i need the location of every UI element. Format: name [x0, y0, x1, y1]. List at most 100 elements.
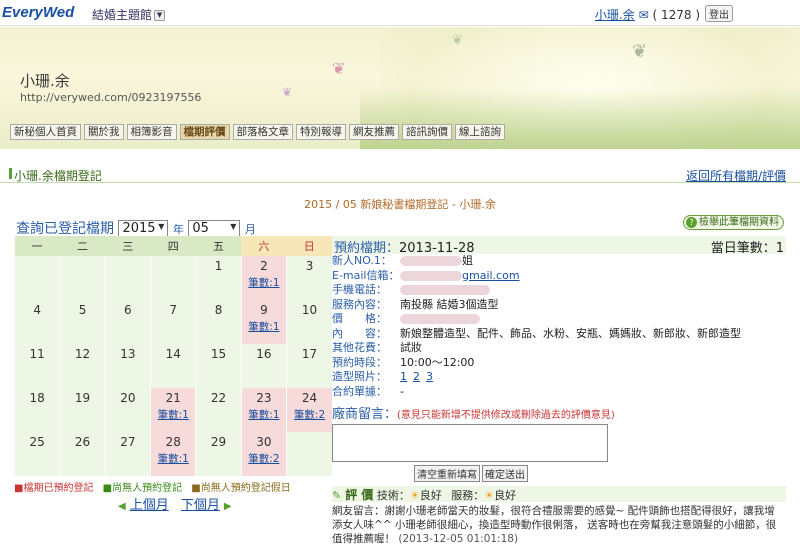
booking-date: 預約檔期：2013-11-28 [334, 241, 475, 256]
booking-detail: 預約檔期：2013-11-28 當日筆數：1 新人NO.1：姐 E-mail信箱… [332, 236, 786, 546]
day-number: 2 [260, 259, 268, 273]
site-menu-label: 結婚主題館 [92, 8, 153, 22]
logout-button[interactable]: 登出 [705, 5, 733, 22]
nav-item-about[interactable]: 關於我 [84, 124, 124, 140]
nav-item-report[interactable]: 特別報導 [296, 124, 346, 140]
mail-icon[interactable]: ✉ [639, 8, 649, 22]
calendar-week-row: 25 26 27 28 筆數:1 29 30 筆數:2 [13, 432, 332, 476]
calendar-week-row: 11 12 13 14 15 16 17 [13, 344, 332, 388]
prev-month-link[interactable]: 上個月 [130, 498, 169, 513]
nav-item-blog[interactable]: 部落格文章 [232, 124, 293, 140]
butterfly-icon: ❦ [452, 33, 463, 48]
calendar-day-7: 7 [150, 300, 196, 344]
calendar-day-2[interactable]: 2 筆數:1 [240, 256, 287, 300]
calendar-day-9[interactable]: 9 筆數:1 [240, 300, 287, 344]
banner-grass [360, 89, 800, 149]
question-icon: ? [686, 217, 697, 228]
calendar-day-23[interactable]: 23 筆數:1 [240, 388, 287, 432]
site-logo[interactable]: EveryWed [2, 4, 74, 21]
profile-url: http://verywed.com/0923197556 [20, 91, 202, 104]
redacted-mask [400, 314, 480, 324]
user-name-link[interactable]: 小珊.余 [595, 8, 635, 22]
nav-item-consult[interactable]: 線上諮詢 [455, 124, 505, 140]
calendar-day-empty [13, 256, 60, 300]
calendar-day-empty [150, 256, 196, 300]
sun-icon: ☀ [409, 489, 420, 502]
clear-button[interactable]: 清空重新填寫 [414, 465, 480, 482]
tech-label: 技術： [376, 489, 410, 502]
booking-count-link[interactable]: 筆數:1 [242, 275, 286, 290]
butterfly-icon: ❦ [282, 85, 293, 99]
calendar-day-28[interactable]: 28 筆數:1 [150, 432, 196, 476]
calendar-day-24[interactable]: 24 筆數:2 [286, 388, 332, 432]
weekday-mon: 一 [14, 236, 60, 256]
legend-booked: ■檔期已預約登記 [14, 483, 94, 494]
evaluation-bar: ✎ 評 價 技術：☀良好 服務：☀良好 [332, 486, 786, 502]
calendar-day-30[interactable]: 30 筆數:2 [240, 432, 287, 476]
calendar-day-22: 22 [195, 388, 242, 432]
day-number: 28 [165, 435, 181, 449]
triangle-right-icon: ▶ [223, 501, 232, 512]
weekday-wed: 三 [105, 236, 151, 256]
calendar-day-14: 14 [150, 344, 196, 388]
nav-item-recommend[interactable]: 網友推薦 [349, 124, 399, 140]
calendar-day-8: 8 [195, 300, 242, 344]
query-bar: 查詢已登記檔期 2015 ▼ 年 05 ▼ 月 [16, 218, 256, 238]
mail-count: ( 1278 ) [652, 8, 700, 22]
nav-item-album[interactable]: 相簿影音 [126, 124, 177, 140]
evaluation-title: 評 價 [345, 488, 374, 502]
legend-free-holiday: ■尚無人預約登記假日 [191, 483, 291, 494]
calendar-day-20: 20 [104, 388, 151, 432]
month-nav: ◀ 上個月 下個月 ▶ [118, 494, 232, 513]
booking-count-link[interactable]: 筆數:1 [151, 407, 195, 422]
report-button[interactable]: ? 檢舉此筆檔期資料 [683, 215, 784, 230]
butterfly-icon: ❦ [332, 59, 346, 78]
calendar-body: 1 2 筆數:1 3 4 5 6 7 8 9 筆數:1 10 11 12 13 14 15 16 17 18 19 20 2… [13, 256, 332, 476]
page-title: 小珊.余 [20, 72, 70, 90]
calendar-day-13: 13 [104, 344, 151, 388]
site-menu[interactable]: 結婚主題館 ▼ [92, 6, 166, 23]
next-month-link[interactable]: 下個月 [181, 498, 220, 513]
calendar-day-3: 3 [286, 256, 332, 300]
redacted-mask [400, 270, 462, 281]
photo-link-2[interactable]: 2 [413, 370, 420, 383]
weekday-row: 一 二 三 四 五 六 日 [14, 236, 332, 256]
calendar-week-row: 18 19 20 21 筆數:1 22 23 筆數:1 24 筆數:2 [13, 388, 332, 432]
photo-link-3[interactable]: 3 [426, 370, 433, 383]
day-number: 13 [120, 347, 136, 361]
detail-row-content: 內 容： 新娘整體造型、配件、飾品、水粉、安瓶、媽媽妝、新郎妝、新郎造型 [332, 326, 741, 340]
nav-item-home[interactable]: 新秘個人首頁 [10, 124, 81, 140]
profile-banner: ❦ ❦ ❦ ❦ 小珊.余 http://verywed.com/09231975… [0, 27, 800, 149]
day-number: 9 [260, 303, 268, 317]
vendor-message-input[interactable] [332, 424, 608, 462]
butterfly-icon: ❦ [632, 41, 648, 62]
detail-row-other: 其他花費： 試妝 [332, 341, 422, 354]
day-number: 4 [33, 303, 41, 317]
day-number: 25 [29, 435, 45, 449]
booking-count-link[interactable]: 筆數:2 [287, 407, 332, 422]
chevron-down-icon[interactable]: ▼ [154, 10, 166, 21]
submit-button[interactable]: 確定送出 [482, 465, 528, 482]
day-number: 26 [74, 435, 91, 449]
booking-count-link[interactable]: 筆數:1 [242, 407, 286, 422]
booking-count-link[interactable]: 筆數:1 [242, 319, 286, 334]
back-to-all-link[interactable]: 返回所有檔期/評價 [686, 167, 786, 184]
booking-count-link[interactable]: 筆數:2 [242, 451, 286, 466]
calendar-day-17: 17 [286, 344, 332, 388]
calendar-day-empty [59, 256, 106, 300]
nav-item-inquiry[interactable]: 諮訊詢價 [402, 124, 452, 140]
calendar-day-15: 15 [195, 344, 242, 388]
section-header: 小珊.余檔期登記 返回所有檔期/評價 [0, 163, 800, 183]
calendar-day-26: 26 [59, 432, 106, 476]
redacted-mask [400, 256, 462, 266]
detail-row-email: E-mail信箱： gmail.com [332, 268, 520, 282]
day-number: 10 [301, 303, 318, 317]
year-unit: 年 [172, 223, 184, 236]
booking-count-link[interactable]: 筆數:1 [151, 451, 195, 466]
calendar-day-6: 6 [104, 300, 151, 344]
weekday-tue: 二 [59, 236, 106, 256]
calendar-day-21[interactable]: 21 筆數:1 [150, 388, 196, 432]
photo-link-1[interactable]: 1 [400, 370, 407, 383]
nav-item-schedule[interactable]: 檔期評價 [179, 124, 230, 140]
email-link[interactable]: gmail.com [462, 269, 520, 282]
